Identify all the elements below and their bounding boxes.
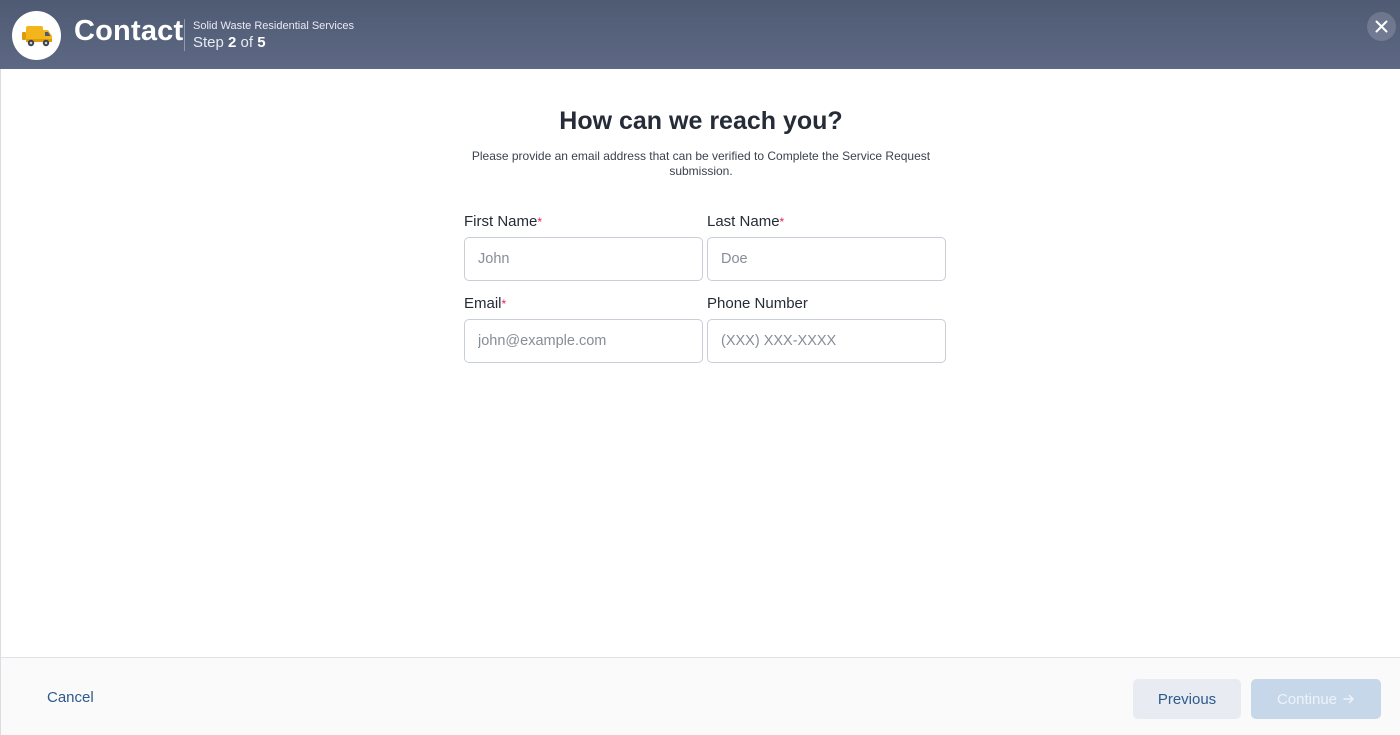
step-of: of [240,34,254,51]
required-asterisk: * [779,215,785,229]
email-group: Email* [464,294,703,363]
continue-button[interactable]: Continue [1251,679,1381,719]
step-current: 2 [228,34,237,51]
app-logo [12,11,61,60]
step-indicator: Step 2 of 5 [193,34,354,52]
first-name-input[interactable] [464,237,703,281]
header-subtitle: Solid Waste Residential Services Step 2 … [193,20,354,52]
last-name-label: Last Name* [707,212,946,232]
email-input[interactable] [464,319,703,363]
header-bar: Contact Solid Waste Residential Services… [0,0,1400,69]
step-word: Step [193,34,224,51]
page-title: Contact [74,15,184,47]
garbage-truck-icon [21,25,52,46]
close-icon [1375,20,1388,33]
first-name-label: First Name* [464,212,703,232]
header-divider [184,19,185,51]
contact-form: How can we reach you? Please provide an … [0,69,1400,657]
form-heading: How can we reach you? [559,107,843,135]
form-description: Please provide an email address that can… [471,149,931,178]
continue-label: Continue [1276,690,1338,708]
email-label: Email* [464,294,703,314]
phone-group: Phone Number [707,294,946,363]
first-name-label-text: First Name [464,213,538,230]
required-asterisk: * [501,297,507,311]
last-name-group: Last Name* [707,212,946,281]
service-name: Solid Waste Residential Services [193,20,354,32]
phone-label-text: Phone Number [707,295,808,312]
close-button[interactable] [1367,12,1396,41]
phone-input[interactable] [707,319,946,363]
phone-label: Phone Number [707,294,946,314]
cancel-link[interactable]: Cancel [47,689,94,706]
first-name-group: First Name* [464,212,703,281]
last-name-label-text: Last Name [707,213,780,230]
email-label-text: Email [464,295,502,312]
previous-button[interactable]: Previous [1133,679,1241,719]
required-asterisk: * [537,215,543,229]
arrow-right-icon [1343,694,1354,704]
footer-bar: Cancel Previous Continue [0,657,1400,735]
step-total: 5 [257,34,266,51]
last-name-input[interactable] [707,237,946,281]
